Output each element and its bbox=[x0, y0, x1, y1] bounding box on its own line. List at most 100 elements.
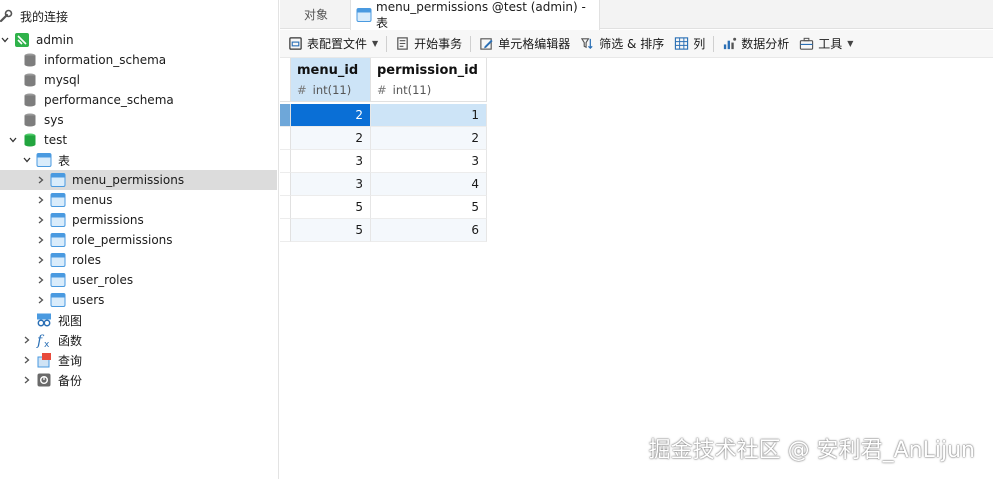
cell-editor-button[interactable]: 单元格编辑器 bbox=[474, 32, 575, 56]
backup-icon bbox=[36, 372, 52, 388]
table-profile-button[interactable]: 表配置文件 ▼ bbox=[283, 32, 383, 56]
cell-permission-id[interactable]: 6 bbox=[371, 219, 487, 242]
tools-button[interactable]: 工具 ▼ bbox=[794, 32, 858, 56]
tree-label-test: test bbox=[44, 133, 68, 147]
transaction-icon bbox=[397, 37, 408, 50]
tree-group-queries[interactable]: 查询 bbox=[0, 350, 277, 370]
tab-bar: 对象 menu_permissions @test (admin) - 表 bbox=[280, 0, 993, 30]
table-icon bbox=[50, 172, 66, 188]
table-icon bbox=[50, 292, 66, 308]
cell-permission-id[interactable]: 1 bbox=[371, 104, 487, 127]
filter-sort-button[interactable]: 筛选 & 排序 bbox=[575, 32, 669, 56]
tree-group-views[interactable]: 视图 bbox=[0, 310, 277, 330]
cell-menu-id[interactable]: 3 bbox=[291, 173, 371, 196]
separator bbox=[386, 35, 388, 52]
tree-db-information-schema[interactable]: information_schema bbox=[0, 50, 277, 70]
table-icon bbox=[50, 212, 66, 228]
column-header-permission-id[interactable]: permission_id # int(11) bbox=[371, 58, 487, 102]
tree-db-mysql[interactable]: mysql bbox=[0, 70, 277, 90]
table-group-icon bbox=[36, 152, 52, 168]
chevron-right-icon[interactable] bbox=[21, 334, 33, 346]
begin-transaction-button[interactable]: 开始事务 bbox=[390, 32, 467, 56]
cell-permission-id[interactable]: 4 bbox=[371, 173, 487, 196]
tree-label-queries: 查询 bbox=[58, 353, 83, 368]
edit-pencil-icon bbox=[480, 38, 493, 50]
column-header-menu-id[interactable]: menu_id # int(11) bbox=[291, 58, 371, 102]
tree-label-table: role_permissions bbox=[72, 233, 173, 247]
filter-sort-icon bbox=[581, 38, 593, 50]
tree-label-table: menus bbox=[72, 193, 113, 207]
database-icon bbox=[22, 92, 38, 108]
database-icon bbox=[22, 112, 38, 128]
separator bbox=[713, 35, 715, 52]
tree-table-roles[interactable]: roles bbox=[0, 250, 277, 270]
cell-permission-id[interactable]: 5 bbox=[371, 196, 487, 219]
data-analysis-button[interactable]: 数据分析 bbox=[717, 32, 794, 56]
tree-db-test[interactable]: test bbox=[0, 130, 277, 150]
tree-label-table: user_roles bbox=[72, 273, 134, 287]
chevron-right-icon[interactable] bbox=[35, 194, 47, 206]
cell-menu-id[interactable]: 5 bbox=[291, 219, 371, 242]
tree-group-functions[interactable]: fx 函数 bbox=[0, 330, 277, 350]
row-selector[interactable] bbox=[280, 219, 291, 242]
row-selector[interactable] bbox=[280, 127, 291, 150]
function-fx-icon: fx bbox=[36, 332, 52, 348]
tree-table-menus[interactable]: menus bbox=[0, 190, 277, 210]
chevron-right-icon[interactable] bbox=[21, 374, 33, 386]
tree-label-tables: 表 bbox=[58, 153, 71, 168]
chevron-down-icon[interactable] bbox=[7, 134, 19, 146]
table-icon bbox=[50, 252, 66, 268]
cell-menu-id[interactable]: 2 bbox=[291, 104, 371, 127]
separator bbox=[470, 35, 472, 52]
row-header-corner bbox=[280, 58, 291, 102]
tree-label-db: mysql bbox=[44, 73, 80, 87]
tree-group-backups[interactable]: 备份 bbox=[0, 370, 277, 390]
tree-table-permissions[interactable]: permissions bbox=[0, 210, 277, 230]
chevron-right-icon[interactable] bbox=[35, 254, 47, 266]
chevron-right-icon[interactable] bbox=[35, 214, 47, 226]
table-icon bbox=[50, 232, 66, 248]
tree-table-role-permissions[interactable]: role_permissions bbox=[0, 230, 277, 250]
chevron-down-icon[interactable] bbox=[21, 154, 33, 166]
chevron-right-icon[interactable] bbox=[35, 174, 47, 186]
tab-label: menu_permissions @test (admin) - 表 bbox=[376, 0, 586, 30]
tree-table-user-roles[interactable]: user_roles bbox=[0, 270, 277, 290]
row-selector[interactable] bbox=[280, 173, 291, 196]
tree-label-table: menu_permissions bbox=[72, 173, 185, 187]
row-selector[interactable] bbox=[280, 104, 291, 127]
cell-editor-label: 单元格编辑器 bbox=[498, 37, 571, 51]
cell-permission-id[interactable]: 3 bbox=[371, 150, 487, 173]
tab-objects[interactable]: 对象 bbox=[304, 0, 328, 29]
cell-permission-id[interactable]: 2 bbox=[371, 127, 487, 150]
row-selector[interactable] bbox=[280, 196, 291, 219]
chevron-right-icon[interactable] bbox=[21, 354, 33, 366]
tree-my-connections[interactable]: 我的连接 bbox=[0, 6, 277, 26]
columns-button[interactable]: 列 bbox=[669, 32, 710, 56]
analysis-label: 数据分析 bbox=[741, 37, 790, 51]
number-type-icon: # bbox=[297, 83, 307, 97]
dropdown-caret-icon: ▼ bbox=[372, 39, 379, 48]
cell-menu-id[interactable]: 2 bbox=[291, 127, 371, 150]
cell-menu-id[interactable]: 5 bbox=[291, 196, 371, 219]
column-name: menu_id bbox=[297, 63, 359, 78]
tab-menu-permissions[interactable]: menu_permissions @test (admin) - 表 bbox=[350, 0, 600, 30]
chevron-right-icon[interactable] bbox=[35, 294, 47, 306]
cell-menu-id[interactable]: 3 bbox=[291, 150, 371, 173]
mysql-connection-icon bbox=[14, 32, 30, 48]
row-selector[interactable] bbox=[280, 150, 291, 173]
chevron-down-icon[interactable] bbox=[0, 34, 11, 46]
svg-text:x: x bbox=[44, 340, 50, 348]
chevron-right-icon[interactable] bbox=[35, 274, 47, 286]
tree-label-functions: 函数 bbox=[58, 333, 83, 348]
tree-group-tables[interactable]: 表 bbox=[0, 150, 277, 170]
profile-doc-icon bbox=[289, 37, 302, 50]
tree-db-sys[interactable]: sys bbox=[0, 110, 277, 130]
connection-tree: 我的连接 admin information_schema mysql perf… bbox=[0, 0, 279, 479]
chevron-right-icon[interactable] bbox=[35, 234, 47, 246]
tree-table-users[interactable]: users bbox=[0, 290, 277, 310]
tree-label-views: 视图 bbox=[58, 313, 83, 328]
begin-tx-label: 开始事务 bbox=[414, 37, 463, 51]
tree-table-menu-permissions[interactable]: menu_permissions bbox=[0, 170, 277, 190]
tree-connection-admin[interactable]: admin bbox=[0, 30, 277, 50]
tree-db-performance-schema[interactable]: performance_schema bbox=[0, 90, 277, 110]
